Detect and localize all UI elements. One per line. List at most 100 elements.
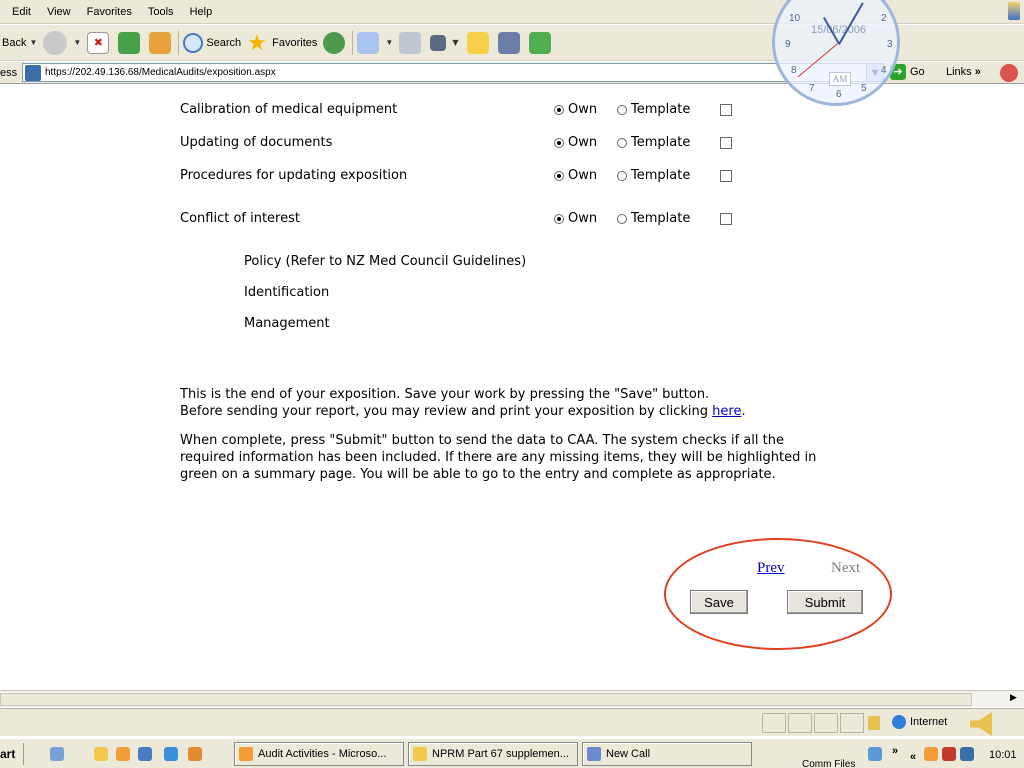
own-label: Own: [568, 135, 598, 150]
lock-icon: [868, 716, 880, 730]
own-radio[interactable]: Own: [554, 168, 597, 183]
status-pane: [840, 713, 864, 733]
toolbar-separator: [352, 30, 354, 55]
clock-app-icon[interactable]: [116, 747, 130, 761]
clock-number: 5: [861, 83, 867, 94]
end-instructions-line2: Before sending your report, you may revi…: [180, 403, 830, 420]
radio-empty-icon: [617, 104, 627, 115]
template-label: Template: [631, 168, 691, 183]
go-button[interactable]: ➔ Go: [890, 64, 925, 80]
desktop-icon[interactable]: [50, 747, 64, 761]
tray-expand-icon[interactable]: »: [892, 745, 898, 757]
search-label: Search: [206, 36, 242, 49]
tray-time: 10:01: [989, 749, 1017, 761]
home-icon[interactable]: [149, 31, 172, 54]
page-icon: [25, 64, 41, 81]
clock-number: 10: [789, 13, 801, 24]
item-row: Updating of documents Own Template: [180, 135, 740, 155]
item-checkbox[interactable]: [720, 170, 732, 182]
clock-date: 15/06/2006: [811, 24, 867, 36]
here-link[interactable]: here: [712, 404, 741, 419]
item-checkbox[interactable]: [720, 213, 732, 225]
end-instructions: This is the end of your exposition. Save…: [180, 386, 830, 420]
scrollbar-track[interactable]: [0, 693, 972, 706]
own-radio[interactable]: Own: [554, 102, 597, 117]
clock-number: 6: [836, 89, 842, 100]
back-button[interactable]: Back ▼: [2, 37, 37, 49]
addon-icon[interactable]: [1000, 64, 1018, 82]
tray-security-icon[interactable]: [942, 747, 956, 761]
menu-view[interactable]: View: [39, 6, 79, 18]
stop-icon[interactable]: ✖: [87, 31, 110, 54]
tray-network-icon[interactable]: [960, 747, 974, 761]
own-label: Own: [568, 102, 598, 117]
tray-app-icon[interactable]: [868, 747, 882, 761]
clock-number: 7: [809, 83, 815, 94]
status-pane: [762, 713, 786, 733]
chevron-right-icon: »: [974, 66, 981, 78]
chevron-down-icon[interactable]: ▼: [452, 38, 458, 47]
item-checkbox[interactable]: [720, 137, 732, 149]
links-button[interactable]: Links »: [946, 66, 981, 78]
tray-clock-icon[interactable]: [924, 747, 938, 761]
start-button[interactable]: art: [0, 743, 24, 765]
template-radio[interactable]: Template: [617, 168, 690, 183]
task-new-call[interactable]: New Call: [582, 742, 752, 766]
review-text-end: .: [741, 404, 746, 419]
mail-icon: [413, 747, 427, 761]
submit-button[interactable]: Submit: [787, 590, 863, 614]
print-icon[interactable]: [399, 31, 422, 54]
links-label: Links: [946, 66, 972, 78]
messenger-icon[interactable]: [528, 31, 551, 54]
comm-files-label[interactable]: Comm Files: [802, 759, 855, 768]
item-label: Conflict of interest: [180, 211, 300, 226]
edit-icon[interactable]: [430, 34, 447, 51]
clock-number: 3: [887, 39, 893, 50]
chevron-down-icon: ▼: [385, 38, 394, 47]
horizontal-scrollbar[interactable]: ▶: [0, 690, 1024, 707]
history-icon[interactable]: [323, 31, 346, 54]
prev-link[interactable]: Prev: [757, 560, 785, 577]
template-radio[interactable]: Template: [617, 135, 690, 150]
template-radio[interactable]: Template: [617, 211, 690, 226]
menu-edit[interactable]: Edit: [0, 6, 39, 18]
app-icon[interactable]: [188, 747, 202, 761]
clock-number: 4: [881, 65, 887, 76]
search-button[interactable]: Search: [183, 32, 242, 53]
review-text: Before sending your report, you may revi…: [180, 404, 713, 419]
template-label: Template: [631, 211, 691, 226]
forward-button[interactable]: ▼: [43, 30, 81, 55]
radio-selected-icon: [554, 170, 564, 181]
menu-tools[interactable]: Tools: [140, 6, 182, 18]
address-input[interactable]: https://202.49.136.68/MedicalAudits/expo…: [22, 63, 884, 82]
template-radio[interactable]: Template: [617, 102, 690, 117]
item-row: Conflict of interest Own Template: [180, 211, 740, 231]
task-label: NPRM Part 67 supplemen...: [432, 748, 569, 760]
folder-icon[interactable]: [94, 747, 108, 761]
menu-help[interactable]: Help: [182, 6, 221, 18]
mail-button[interactable]: ▼: [357, 31, 394, 54]
windows-logo-icon: [1008, 2, 1020, 20]
favorites-button[interactable]: ★ Favorites: [247, 31, 317, 54]
radio-empty-icon: [617, 213, 627, 224]
end-instructions-line1: This is the end of your exposition. Save…: [180, 387, 710, 402]
research-icon[interactable]: [497, 31, 520, 54]
ie-icon[interactable]: [164, 747, 178, 761]
menu-favorites[interactable]: Favorites: [79, 6, 140, 18]
item-checkbox[interactable]: [720, 104, 732, 116]
own-radio[interactable]: Own: [554, 135, 597, 150]
save-button[interactable]: Save: [690, 590, 748, 614]
sub-item-policy: Policy (Refer to NZ Med Council Guidelin…: [244, 254, 527, 269]
folder-icon[interactable]: [466, 31, 489, 54]
refresh-icon[interactable]: [118, 31, 141, 54]
tray-collapse-icon[interactable]: «: [910, 751, 916, 763]
own-radio[interactable]: Own: [554, 211, 597, 226]
task-audit-activities[interactable]: Audit Activities - Microso...: [234, 742, 404, 766]
search-icon: [183, 32, 204, 53]
scroll-right-icon[interactable]: ▶: [1010, 693, 1017, 703]
task-nprm[interactable]: NPRM Part 67 supplemen...: [408, 742, 578, 766]
go-label: Go: [910, 66, 925, 78]
outlook-icon[interactable]: [138, 747, 152, 761]
toolbar-separator: [178, 30, 180, 55]
item-row: Procedures for updating exposition Own T…: [180, 168, 740, 188]
